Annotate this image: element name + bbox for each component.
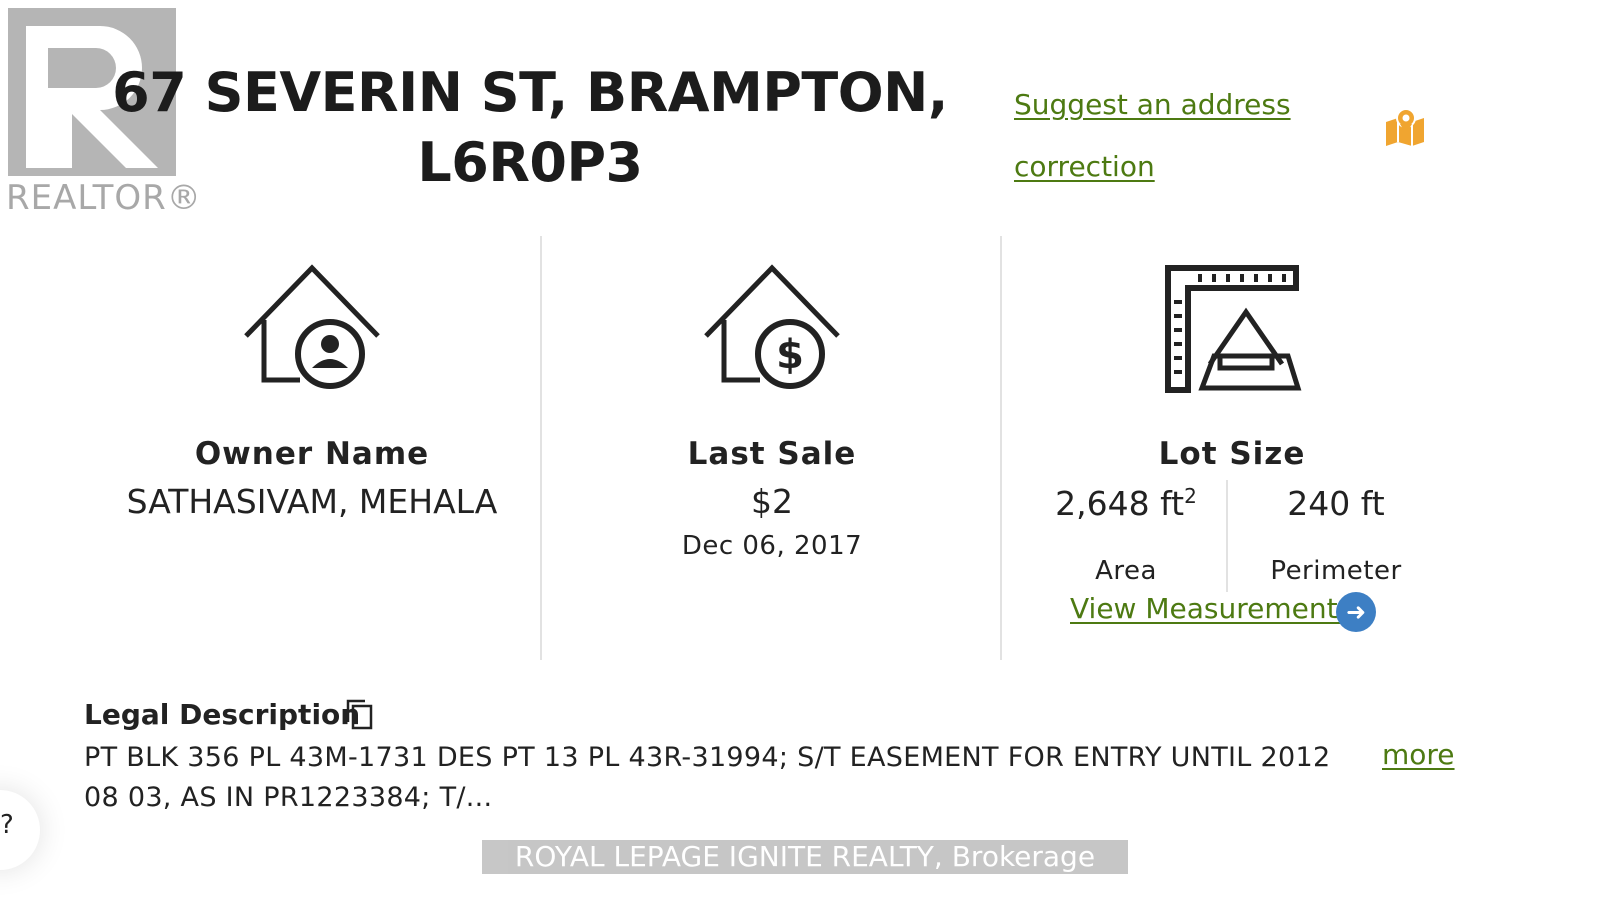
last-sale-value: $2 [751, 482, 793, 521]
copy-icon[interactable] [344, 698, 374, 730]
last-sale-date: Dec 06, 2017 [681, 531, 863, 561]
owner-label: Owner Name [194, 436, 430, 472]
page-title: 67 SEVERIN ST, BRAMPTON, L6R0P3 [110, 58, 950, 198]
suggest-address-correction-link[interactable]: Suggest an address correction [1014, 74, 1314, 198]
lot-perimeter-value: 240 ft [1287, 484, 1385, 523]
last-sale-card: $ Last Sale $2 Dec 06, 2017 [562, 264, 982, 561]
house-dollar-icon: $ [704, 264, 840, 389]
map-pin-icon[interactable] [1384, 108, 1426, 150]
column-divider [540, 236, 542, 660]
more-link[interactable]: more [1382, 738, 1455, 771]
lot-area-number: 2,648 ft [1055, 484, 1185, 523]
owner-card: Owner Name SATHASIVAM, MEHALA [92, 264, 532, 521]
lot-area-unit-sup: 2 [1184, 484, 1197, 508]
legal-description-text: PT BLK 356 PL 43M-1731 DES PT 13 PL 43R-… [84, 742, 1331, 813]
lot-area-label: Area [1095, 556, 1157, 586]
house-person-icon [244, 264, 380, 389]
help-question-glyph[interactable]: ? [0, 810, 14, 840]
last-sale-label: Last Sale [687, 436, 857, 472]
lot-size-label: Lot Size [1158, 436, 1306, 472]
address-line-1: 67 SEVERIN ST, BRAMPTON, [112, 61, 948, 124]
svg-text:$: $ [776, 332, 804, 378]
owner-value: SATHASIVAM, MEHALA [126, 482, 498, 521]
column-divider [1000, 236, 1002, 660]
brokerage-watermark: ROYAL LEPAGE IGNITE REALTY, Brokerage [482, 840, 1128, 874]
lot-measure-icon [1165, 265, 1302, 393]
view-measurements-link[interactable]: View Measurements [1070, 592, 1352, 625]
lot-area-value: 2,648 ft2 [1036, 484, 1216, 523]
suggest-line-2: correction [1014, 150, 1155, 183]
suggest-line-1: Suggest an address [1014, 88, 1291, 121]
arrow-right-icon[interactable]: ➜ [1336, 592, 1376, 632]
address-line-2: L6R0P3 [417, 131, 643, 194]
lot-size-card: Lot Size [1022, 264, 1442, 472]
lot-perimeter-label: Perimeter [1270, 556, 1402, 586]
legal-description-heading: Legal Description [84, 698, 361, 731]
lot-subdivider [1226, 480, 1228, 592]
